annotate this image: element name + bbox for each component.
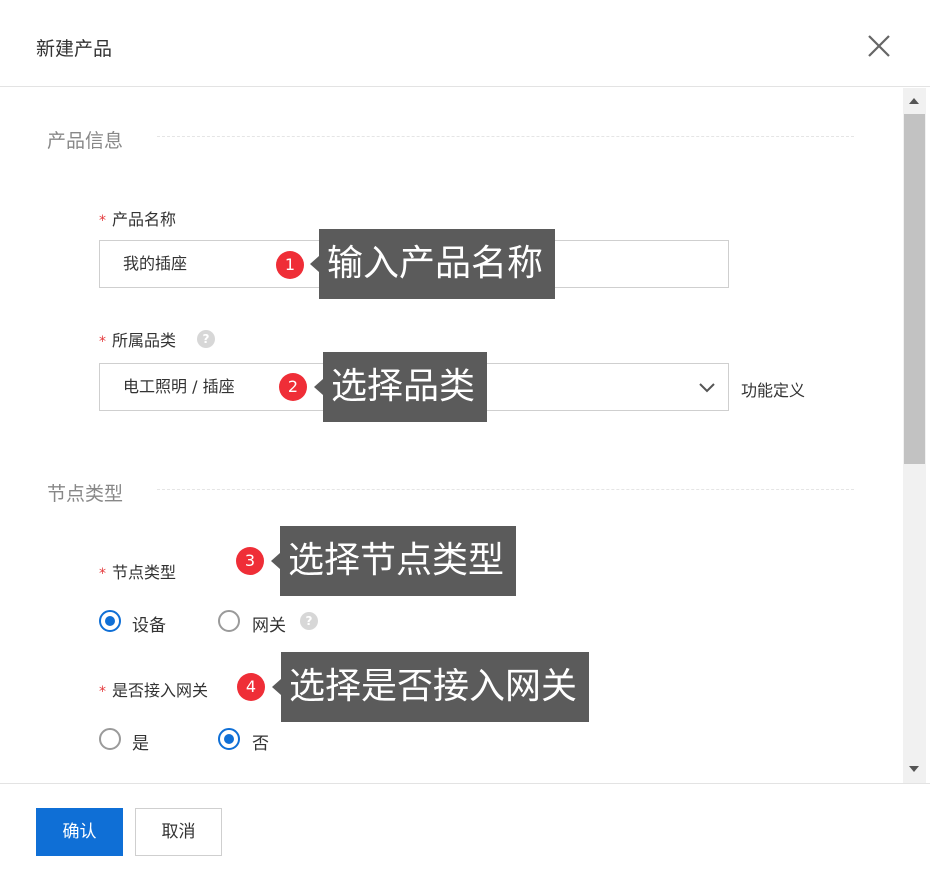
gateway-access-label-text: 是否接入网关 (112, 681, 209, 700)
confirm-button[interactable]: 确认 (36, 808, 123, 856)
scroll-down-icon[interactable] (909, 766, 919, 772)
annotation-callout-2: 选择品类 (313, 352, 488, 422)
annotation-callout-4: 选择是否接入网关 (271, 652, 590, 722)
help-icon[interactable]: ? (300, 612, 318, 630)
node-type-label-text: 节点类型 (112, 563, 177, 582)
dialog-footer: 确认 取消 (0, 783, 930, 877)
scroll-up-icon[interactable] (909, 98, 919, 104)
category-label-text: 所属品类 (112, 331, 177, 350)
gateway-access-label: * 是否接入网关 (99, 677, 208, 701)
radio-gateway-label[interactable]: 网关 (252, 611, 286, 636)
section-title-product-info: 产品信息 (47, 130, 124, 152)
product-name-label-text: 产品名称 (112, 210, 177, 229)
radio-device-label[interactable]: 设备 (132, 611, 166, 636)
annotation-badge-4: 4 (237, 673, 265, 701)
annotation-badge-3: 3 (236, 547, 264, 575)
required-mark: * (99, 334, 106, 350)
cancel-button[interactable]: 取消 (135, 808, 222, 856)
function-definition-link[interactable]: 功能定义 (741, 377, 805, 401)
section-title-node-type: 节点类型 (47, 483, 124, 505)
section-divider (157, 136, 854, 137)
chevron-down-icon (699, 383, 715, 393)
section-divider (157, 489, 854, 490)
close-button[interactable] (864, 31, 894, 61)
help-icon[interactable]: ? (197, 330, 215, 348)
product-name-label: * 产品名称 (99, 206, 176, 230)
radio-yes-label[interactable]: 是 (132, 729, 149, 754)
radio-gateway[interactable] (218, 610, 240, 632)
dialog-header: 新建产品 (0, 0, 930, 87)
category-label: * 所属品类 (99, 327, 176, 351)
annotation-callout-3: 选择节点类型 (270, 526, 517, 596)
scroll-thumb[interactable] (904, 114, 925, 464)
node-type-label: * 节点类型 (99, 559, 176, 583)
radio-yes[interactable] (99, 728, 121, 750)
required-mark: * (99, 684, 106, 700)
category-select-value: 电工照明 / 插座 (123, 377, 235, 396)
dialog-body: 产品信息 * 产品名称 我的插座 * 所属品类 ? 电工照明 / 插座 功能定义 节… (0, 88, 930, 783)
radio-device[interactable] (99, 610, 121, 632)
radio-no[interactable] (218, 728, 240, 750)
required-mark: * (99, 213, 106, 229)
required-mark: * (99, 566, 106, 582)
close-icon (868, 35, 890, 57)
annotation-badge-2: 2 (279, 373, 307, 401)
dialog-title: 新建产品 (36, 38, 113, 60)
annotation-badge-1: 1 (276, 251, 304, 279)
annotation-callout-1: 输入产品名称 (309, 229, 556, 299)
vertical-scrollbar[interactable] (903, 88, 926, 783)
radio-no-label[interactable]: 否 (252, 729, 269, 754)
